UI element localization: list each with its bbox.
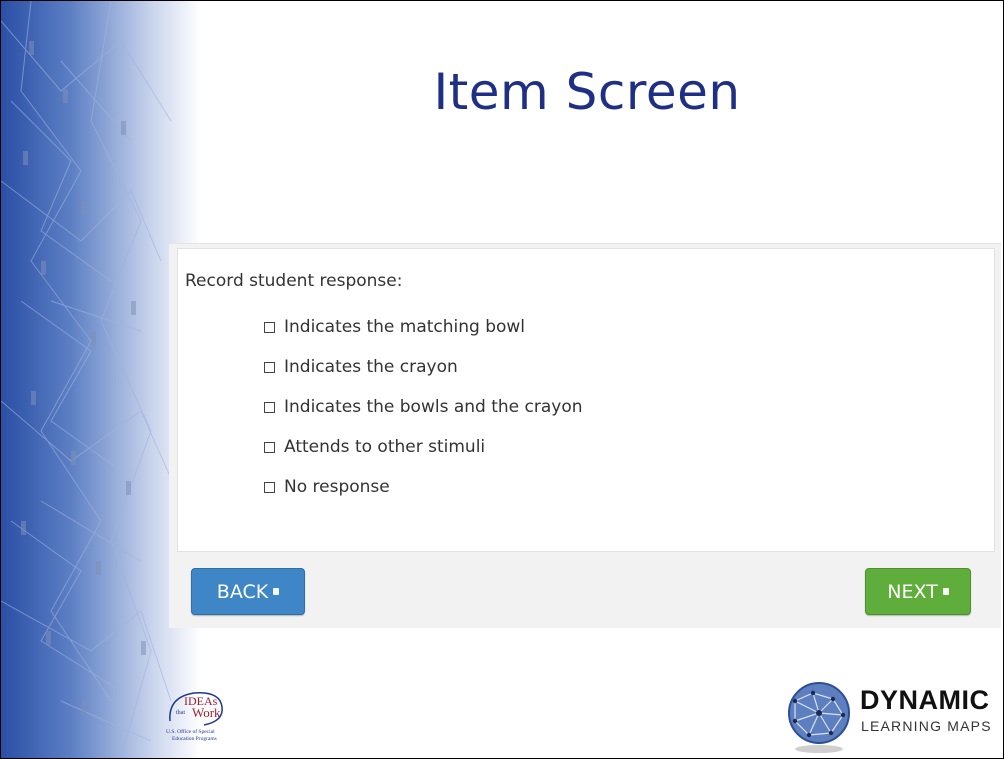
response-option[interactable]: Indicates the bowls and the crayon bbox=[264, 387, 583, 427]
dlm-wordmark-line2: LEARNING MAPS bbox=[861, 718, 992, 734]
slide-title: Item Screen bbox=[433, 63, 741, 121]
dlm-wordmark-line1: DYNAMIC bbox=[860, 685, 990, 715]
response-prompt: Record student response: bbox=[185, 271, 403, 291]
svg-text:U.S. Office of Special: U.S. Office of Special bbox=[166, 728, 215, 735]
svg-text:Work: Work bbox=[192, 705, 221, 720]
back-button-label: BACK bbox=[216, 580, 269, 603]
response-box: Record student response: Indicates the m… bbox=[177, 248, 995, 552]
response-option-label: Indicates the bowls and the crayon bbox=[284, 397, 583, 417]
checkbox-icon[interactable] bbox=[264, 361, 275, 373]
checkbox-icon[interactable] bbox=[264, 321, 275, 333]
slide: Item Screen Record student response: Ind… bbox=[0, 0, 1004, 759]
checkbox-icon[interactable] bbox=[264, 401, 275, 413]
back-button[interactable]: BACK bbox=[191, 568, 305, 615]
response-option-label: Indicates the matching bowl bbox=[284, 317, 526, 337]
response-option[interactable]: Indicates the matching bowl bbox=[264, 307, 583, 347]
response-option-label: No response bbox=[284, 477, 390, 497]
small-square-icon bbox=[942, 588, 949, 595]
response-options: Indicates the matching bowl Indicates th… bbox=[264, 307, 583, 507]
response-option[interactable]: Indicates the crayon bbox=[264, 347, 583, 387]
next-button-label: NEXT bbox=[887, 580, 938, 603]
response-option-label: Indicates the crayon bbox=[284, 357, 458, 377]
globe-network-icon bbox=[788, 682, 850, 753]
dynamic-learning-maps-logo: DYNAMIC LEARNING MAPS bbox=[783, 679, 1003, 755]
small-square-icon bbox=[273, 588, 280, 595]
response-option-label: Attends to other stimuli bbox=[284, 437, 486, 457]
svg-text:that: that bbox=[176, 710, 185, 716]
response-option[interactable]: No response bbox=[264, 467, 583, 507]
response-option[interactable]: Attends to other stimuli bbox=[264, 427, 583, 467]
ideas-that-work-logo: IDEAs that Work U.S. Office of Special E… bbox=[166, 692, 223, 742]
next-button[interactable]: NEXT bbox=[865, 568, 971, 615]
svg-text:Education Programs: Education Programs bbox=[172, 736, 217, 742]
checkbox-icon[interactable] bbox=[264, 441, 275, 453]
item-screen-panel: Record student response: Indicates the m… bbox=[169, 243, 1001, 628]
checkbox-icon[interactable] bbox=[264, 481, 275, 493]
